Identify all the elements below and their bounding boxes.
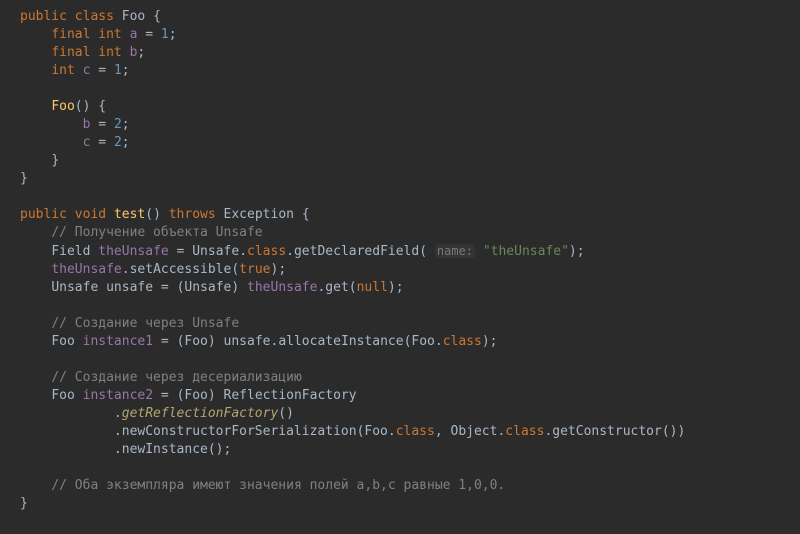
var-instance2: instance2: [83, 388, 153, 403]
code-line: Unsafe unsafe = (Unsafe) theUnsafe.get(n…: [20, 279, 800, 297]
code-line: .getReflectionFactory(): [20, 405, 800, 423]
keyword-public: public: [20, 9, 67, 24]
code-line: int c = 1;: [20, 62, 800, 80]
type-foo: Foo: [122, 9, 145, 24]
code-line: // Создание через десериализацию: [20, 369, 800, 387]
comment: // Создание через десериализацию: [51, 370, 301, 385]
code-line: public class Foo {: [20, 8, 800, 26]
comment: // Получение объекта Unsafe: [51, 225, 262, 240]
code-line: Foo instance1 = (Foo) unsafe.allocateIns…: [20, 333, 800, 351]
code-line: }: [20, 170, 800, 188]
var-instance1: instance1: [83, 334, 153, 349]
comment: // Оба экземпляра имеют значения полей a…: [51, 478, 505, 493]
code-line: public void test() throws Exception {: [20, 206, 800, 224]
code-line: [20, 188, 800, 206]
var-theunsafe: theUnsafe: [98, 244, 168, 259]
comment: // Создание через Unsafe: [51, 316, 239, 331]
keyword-class: class: [75, 9, 114, 24]
code-line: final int a = 1;: [20, 26, 800, 44]
code-line: .newInstance();: [20, 441, 800, 459]
code-line: Foo() {: [20, 98, 800, 116]
code-line: [20, 80, 800, 98]
code-line: // Получение объекта Unsafe: [20, 224, 800, 242]
code-line: [20, 351, 800, 369]
code-line: // Создание через Unsafe: [20, 315, 800, 333]
code-line: Foo instance2 = (Foo) ReflectionFactory: [20, 387, 800, 405]
constructor-foo: Foo: [51, 99, 74, 114]
method-test: test: [114, 207, 145, 222]
code-line: .newConstructorForSerialization(Foo.clas…: [20, 423, 800, 441]
code-line: c = 2;: [20, 134, 800, 152]
code-line: }: [20, 152, 800, 170]
code-line: final int b;: [20, 44, 800, 62]
code-line: b = 2;: [20, 116, 800, 134]
code-line: [20, 459, 800, 477]
code-line: }: [20, 495, 800, 513]
code-line: theUnsafe.setAccessible(true);: [20, 261, 800, 279]
code-editor[interactable]: public class Foo { final int a = 1; fina…: [0, 0, 800, 513]
code-line: // Оба экземпляра имеют значения полей a…: [20, 477, 800, 495]
string-literal: "theUnsafe": [483, 244, 569, 259]
param-hint: name:: [435, 244, 475, 258]
code-line: [20, 297, 800, 315]
code-line: Field theUnsafe = Unsafe.class.getDeclar…: [20, 242, 800, 261]
